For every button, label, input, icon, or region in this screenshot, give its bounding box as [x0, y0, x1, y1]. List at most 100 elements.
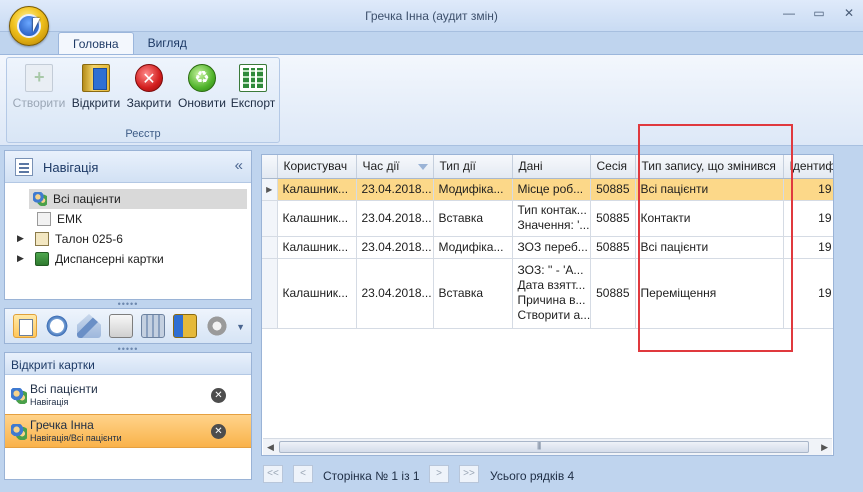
- cell-user[interactable]: Калашник...: [277, 258, 357, 329]
- maximize-icon[interactable]: ▭: [811, 6, 827, 20]
- expand-arrow-icon[interactable]: ▶: [17, 253, 24, 264]
- close-card-icon[interactable]: ✕: [211, 388, 226, 403]
- cell-user[interactable]: Калашник...: [277, 236, 357, 259]
- close-card-icon[interactable]: ✕: [211, 424, 226, 439]
- open-cards-pane: Відкриті картки Всі пацієнти Навігація ✕…: [4, 352, 252, 480]
- row-indicator-header: [262, 155, 278, 179]
- cell-user[interactable]: Калашник...: [277, 178, 357, 201]
- cell-time[interactable]: 23.04.2018...: [356, 200, 434, 237]
- open-card-grechka[interactable]: Гречка Інна Навігація/Всі пацієнти ✕: [5, 414, 251, 448]
- navigation-tree: Всі пацієнти ЕМК ▶ Талон 025-6 ▶ Диспанс…: [5, 183, 251, 269]
- column-header-data[interactable]: Дані: [512, 155, 591, 179]
- gear-icon[interactable]: [205, 314, 229, 338]
- mouse-cursor-icon: [33, 18, 40, 32]
- navigation-title: Навігація: [43, 160, 99, 175]
- navigation-pane: Навігація « Всі пацієнти ЕМК ▶ Талон 025…: [4, 150, 252, 300]
- chevron-down-icon[interactable]: ▼: [236, 322, 245, 332]
- row-indicator: [262, 200, 278, 237]
- ribbon-group-label: Реєстр: [125, 128, 161, 140]
- previous-page-button[interactable]: <: [293, 465, 313, 483]
- scroll-right-icon[interactable]: ▶: [821, 442, 828, 453]
- scrollbar-thumb[interactable]: [279, 441, 809, 453]
- tree-item-all-patients[interactable]: Всі пацієнти: [5, 189, 251, 209]
- minimize-icon[interactable]: —: [781, 6, 797, 20]
- export-button[interactable]: Експорт: [229, 64, 277, 120]
- highlight-annotation-box: [638, 124, 793, 352]
- navigation-icon-strip: ▼: [4, 308, 252, 344]
- cell-data[interactable]: ЗОЗ переб...: [512, 236, 591, 259]
- home-icon[interactable]: [77, 314, 101, 338]
- cell-data-line: Причина в...: [517, 293, 586, 307]
- horizontal-scrollbar[interactable]: ◀ ▶: [263, 438, 832, 455]
- tree-item-label: Всі пацієнти: [53, 192, 121, 206]
- cell-data-line: Тип контак...: [517, 203, 587, 217]
- page-indicator: Сторінка № 1 із 1: [323, 469, 420, 483]
- refresh-icon: [188, 64, 216, 92]
- window-controls: — ▭ ✕: [781, 6, 857, 20]
- open-card-title: Всі пацієнти: [30, 382, 98, 396]
- window-title: Гречка Інна (аудит змін): [365, 9, 498, 23]
- tree-item-label: Диспансерні картки: [55, 252, 164, 266]
- cell-data[interactable]: Місце роб...: [512, 178, 591, 201]
- column-header-label: Час дії: [362, 159, 400, 174]
- column-header-user[interactable]: Користувач: [277, 155, 357, 179]
- next-page-button[interactable]: >: [429, 465, 449, 483]
- document-icon: [37, 212, 51, 226]
- open-card-subtitle: Навігація/Всі пацієнти: [30, 433, 122, 443]
- open-card-all-patients[interactable]: Всі пацієнти Навігація ✕: [5, 379, 251, 413]
- open-button[interactable]: Відкрити: [69, 64, 123, 120]
- tree-item-emk[interactable]: ЕМК: [5, 209, 251, 229]
- open-cards-title: Відкриті картки: [5, 353, 251, 375]
- create-button[interactable]: Створити: [11, 64, 67, 120]
- book-icon[interactable]: [173, 314, 197, 338]
- pager: << < Сторінка № 1 із 1 > >> Усього рядкі…: [261, 462, 834, 486]
- cell-action[interactable]: Модифіка...: [433, 236, 513, 259]
- tree-item-dispensary-cards[interactable]: ▶ Диспансерні картки: [5, 249, 251, 269]
- cell-action[interactable]: Вставка: [433, 200, 513, 237]
- cell-action[interactable]: Модифіка...: [433, 178, 513, 201]
- row-indicator: [262, 236, 278, 259]
- talon-icon: [35, 232, 49, 246]
- last-page-button[interactable]: >>: [459, 465, 479, 483]
- registry-list-icon[interactable]: [13, 314, 37, 338]
- navigation-icon: [15, 158, 33, 176]
- column-header-session[interactable]: Сесія: [590, 155, 636, 179]
- cell-data[interactable]: ЗОЗ: '' - 'А... Дата взятт... Причина в.…: [512, 258, 591, 329]
- column-header-time[interactable]: Час дії: [356, 155, 434, 179]
- cell-time[interactable]: 23.04.2018...: [356, 258, 434, 329]
- cell-time[interactable]: 23.04.2018...: [356, 236, 434, 259]
- row-indicator: [262, 258, 278, 329]
- open-card-subtitle: Навігація: [30, 397, 69, 407]
- create-icon: [25, 64, 53, 92]
- tree-item-talon[interactable]: ▶ Талон 025-6: [5, 229, 251, 249]
- sort-descending-icon: [417, 164, 428, 170]
- left-panel: Навігація « Всі пацієнти ЕМК ▶ Талон 025…: [4, 150, 252, 480]
- column-header-action[interactable]: Тип дії: [433, 155, 513, 179]
- cell-session[interactable]: 50885: [590, 178, 636, 201]
- cell-time[interactable]: 23.04.2018...: [356, 178, 434, 201]
- close-window-icon[interactable]: ✕: [841, 6, 857, 20]
- splitter-handle[interactable]: •••••: [4, 300, 252, 309]
- application-menu-button[interactable]: [9, 6, 49, 46]
- files-icon[interactable]: [141, 314, 165, 338]
- printer-icon[interactable]: [109, 314, 133, 338]
- cell-user[interactable]: Калашник...: [277, 200, 357, 237]
- expand-arrow-icon[interactable]: ▶: [17, 233, 24, 244]
- cell-data[interactable]: Тип контак... Значення: '...: [512, 200, 591, 237]
- scroll-left-icon[interactable]: ◀: [267, 442, 274, 453]
- cell-session[interactable]: 50885: [590, 258, 636, 329]
- refresh-button[interactable]: Оновити: [175, 64, 229, 120]
- title-bar: Гречка Інна (аудит змін) — ▭ ✕: [0, 0, 863, 32]
- close-red-icon: [135, 64, 163, 92]
- collapse-chevron-icon[interactable]: «: [235, 157, 243, 174]
- first-page-button[interactable]: <<: [263, 465, 283, 483]
- cell-session[interactable]: 50885: [590, 236, 636, 259]
- tab-home[interactable]: Головна: [58, 32, 134, 55]
- cell-action[interactable]: Вставка: [433, 258, 513, 329]
- open-icon: [82, 64, 110, 92]
- cell-session[interactable]: 50885: [590, 200, 636, 237]
- tab-view[interactable]: Вигляд: [134, 32, 201, 55]
- clock-icon[interactable]: [45, 314, 69, 338]
- close-button[interactable]: Закрити: [123, 64, 175, 120]
- patients-icon: [11, 424, 27, 440]
